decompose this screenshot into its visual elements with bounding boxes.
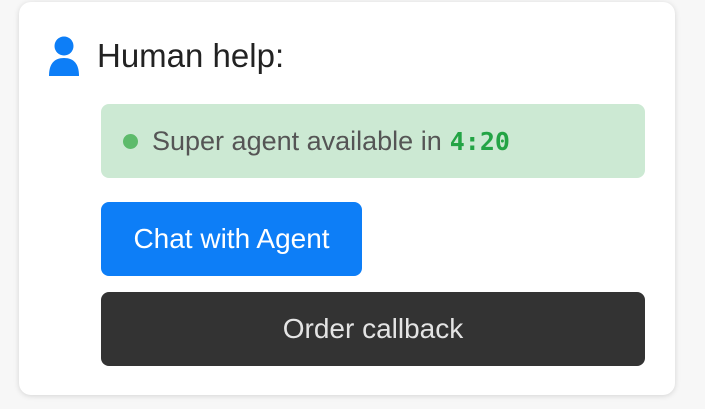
status-dot-icon — [123, 133, 138, 149]
countdown-timer: 4:20 — [449, 126, 510, 156]
chat-with-agent-button[interactable]: Chat with Agent — [101, 202, 362, 276]
user-icon — [47, 36, 81, 76]
agent-availability-status: Super agent available in 4:20 — [101, 104, 645, 178]
human-help-card: Human help: Super agent available in 4:20… — [19, 2, 675, 395]
order-callback-button[interactable]: Order callback — [101, 292, 645, 366]
card-title: Human help: — [97, 37, 285, 74]
card-header: Human help: — [47, 36, 284, 76]
status-message: Super agent available in — [152, 125, 442, 156]
status-text: Super agent available in 4:20 — [152, 126, 510, 157]
